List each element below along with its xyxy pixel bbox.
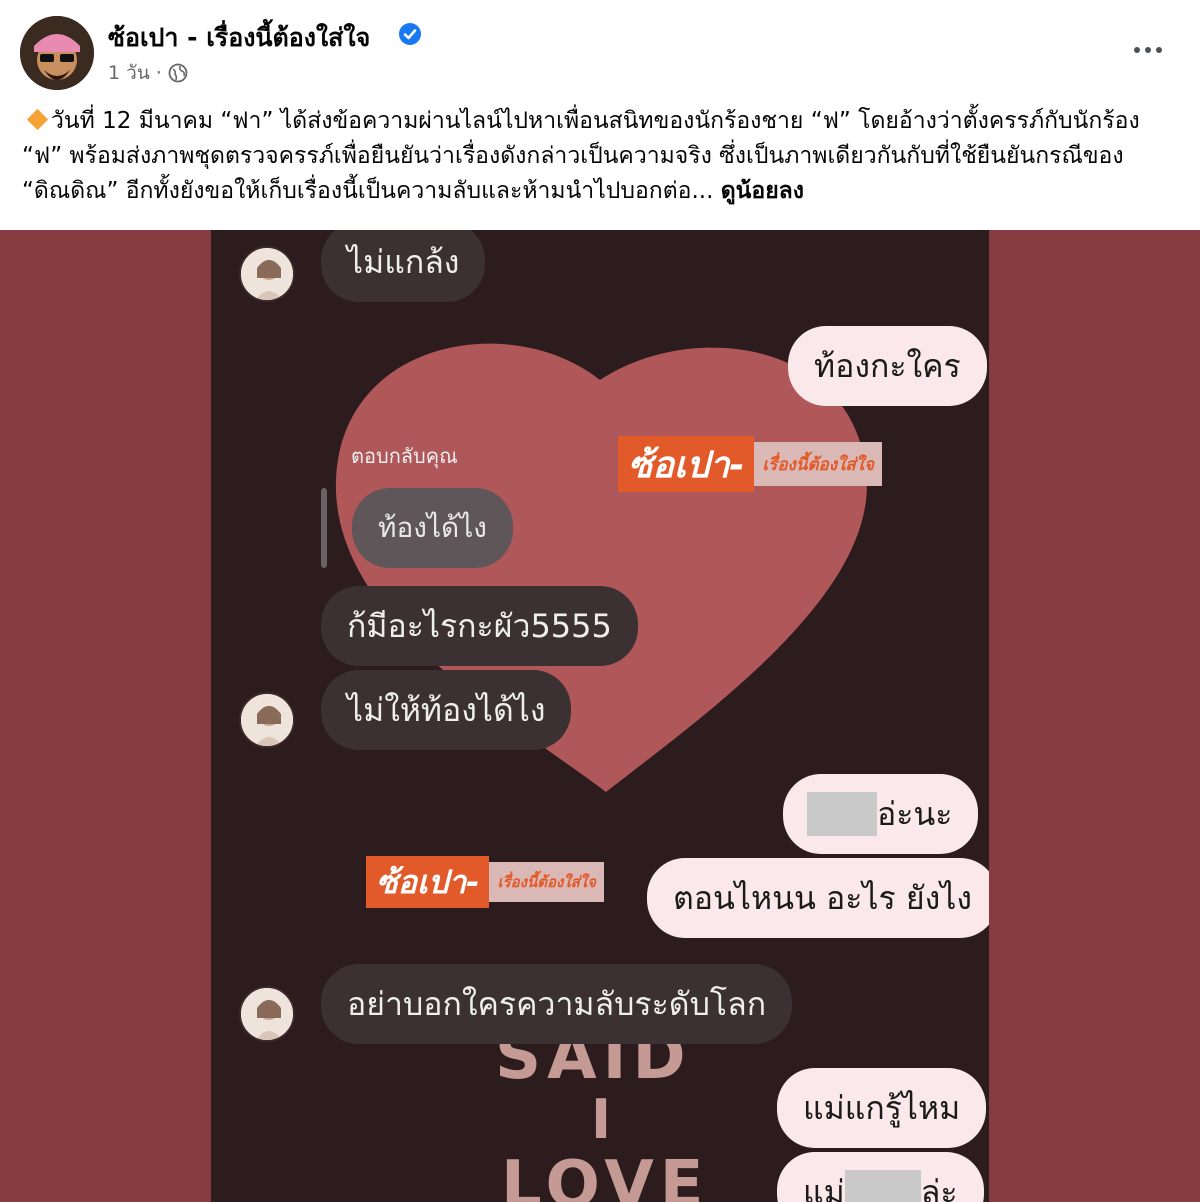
chat-bubble-incoming: ไม่แกล้ง [321,230,486,302]
post-header: ซ้อเปา - เรื่องนี้ต้องใส่ใจ 1 วัน · วันท… [0,0,1200,230]
chat-bubble-incoming: อย่าบอกใครความลับระดับโลก [321,964,793,1044]
watermark: ซ้อเปา- เรื่องนี้ต้องใส่ใจ [366,856,604,908]
chat-bubble-text: ล่ะ [920,1172,958,1202]
chat-bubble-outgoing: แม่ ล่ะ [777,1152,984,1202]
contact-avatar [239,986,295,1042]
contact-avatar [239,692,295,748]
redacted-block [807,792,877,836]
chat-bubble-incoming: ก้มีอะไรกะผัว5555 [321,586,638,666]
watermark-main: ซ้อเปา- [618,436,755,492]
globe-icon[interactable] [168,63,188,83]
reply-indicator-bar [321,488,327,568]
post-time[interactable]: 1 วัน [108,58,150,88]
post-image[interactable]: SAID I LOVE ไม่แกล้ง ท้องกะใคร ตอบกลับคุ… [0,230,1200,1202]
watermark-main: ซ้อเปา- [366,856,490,908]
bg-text-love: LOVE [501,1148,710,1202]
watermark: ซ้อเปา- เรื่องนี้ต้องใส่ใจ [618,436,882,492]
quoted-message: ท้องได้ไง [352,488,513,568]
bg-text-i: I [591,1088,618,1151]
chat-bubble-text: อ่ะนะ [877,794,953,833]
chat-bubble-outgoing: ท้องกะใคร [788,326,987,406]
diamond-icon [26,108,49,131]
reply-label: ตอบกลับคุณ [351,444,458,468]
chat-bubble-text: แม่ [803,1172,845,1202]
meta-separator: · [155,62,162,84]
chat-bubble-incoming: ไม่ให้ท้องได้ไง [321,670,572,750]
redacted-block [844,1170,921,1202]
see-less-link[interactable]: ดูน้อยลง [721,178,804,204]
post-meta: 1 วัน · [108,58,188,88]
page-name[interactable]: ซ้อเปา - เรื่องนี้ต้องใส่ใจ [108,18,370,58]
chat-bubble-outgoing: ตอนไหนน อะไร ยังไง [647,858,989,938]
chat-bubble-outgoing: แม่แกรู้ไหม [777,1068,987,1148]
post-body-text: วันที่ 12 มีนาคม “ฟา” ได้ส่งข้อความผ่านไ… [22,108,1140,204]
watermark-sub: เรื่องนี้ต้องใส่ใจ [489,862,604,902]
chat-screenshot: SAID I LOVE ไม่แกล้ง ท้องกะใคร ตอบกลับคุ… [211,230,989,1202]
more-options-icon[interactable] [1124,32,1172,68]
contact-avatar [239,246,295,302]
page-avatar[interactable] [20,16,94,90]
chat-bubble-outgoing: อ่ะนะ [783,774,979,854]
verified-badge-icon [399,23,421,45]
post-body: วันที่ 12 มีนาคม “ฟา” ได้ส่งข้อความผ่านไ… [22,104,1182,209]
watermark-sub: เรื่องนี้ต้องใส่ใจ [754,442,882,486]
